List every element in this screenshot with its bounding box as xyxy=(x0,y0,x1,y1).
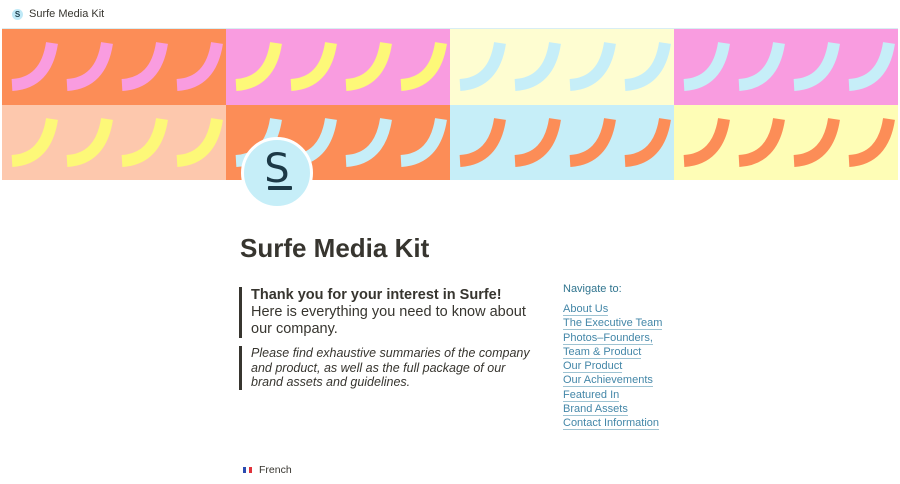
nav-link-our-product[interactable]: Our Product xyxy=(563,359,683,374)
page-title: Surfe Media Kit xyxy=(240,233,430,263)
wave-shape xyxy=(345,41,392,91)
wave-shape xyxy=(514,117,561,167)
summary-quote: Please find exhaustive summaries of the … xyxy=(239,346,539,390)
wave-shape xyxy=(624,117,671,167)
wave-pattern xyxy=(459,41,671,91)
wave-shape xyxy=(459,117,506,167)
cover-tile xyxy=(2,29,226,105)
language-label: French xyxy=(259,464,292,476)
nav-link-contact-information[interactable]: Contact Information xyxy=(563,416,683,431)
language-link-french[interactable]: French xyxy=(243,464,292,476)
breadcrumb-page-title[interactable]: Surfe Media Kit xyxy=(29,8,104,20)
summary-text: Please find exhaustive summaries of the … xyxy=(251,346,530,389)
wave-shape xyxy=(235,41,282,91)
wave-shape xyxy=(66,41,113,91)
intro-heading: Thank you for your interest in Surfe! xyxy=(251,287,502,303)
nav-link-about-us[interactable]: About Us xyxy=(563,302,683,316)
wave-shape xyxy=(793,117,840,167)
wave-shape xyxy=(345,117,392,167)
wave-shape xyxy=(738,117,785,167)
wave-pattern xyxy=(235,41,447,91)
surfe-s-icon: S xyxy=(264,146,290,192)
nav-link-team-product[interactable]: Team & Product xyxy=(563,345,683,359)
wave-shape xyxy=(683,117,730,167)
flag-stripe-red xyxy=(249,467,252,473)
intro-quote: Thank you for your interest in Surfe! He… xyxy=(239,287,539,338)
cover-tile xyxy=(226,29,450,105)
nav-link-executive-team[interactable]: The Executive Team xyxy=(563,316,683,331)
nav-heading: Navigate to: xyxy=(563,283,622,295)
wave-shape xyxy=(683,41,730,91)
wave-shape xyxy=(569,41,616,91)
wave-shape xyxy=(848,41,895,91)
top-bar: S Surfe Media Kit xyxy=(0,0,900,28)
wave-pattern xyxy=(683,41,895,91)
wave-pattern xyxy=(459,117,671,167)
wave-shape xyxy=(400,117,447,167)
page-icon[interactable]: S xyxy=(241,137,313,209)
wave-shape xyxy=(176,117,223,167)
navigation-menu: Navigate to: About Us The Executive Team… xyxy=(563,283,683,431)
wave-shape xyxy=(848,117,895,167)
wave-pattern xyxy=(11,41,223,91)
wave-pattern xyxy=(11,117,223,167)
nav-link-photos-founders[interactable]: Photos–Founders, xyxy=(563,331,683,345)
wave-shape xyxy=(459,41,506,91)
wave-shape xyxy=(290,41,337,91)
cover-tile xyxy=(450,29,674,105)
wave-shape xyxy=(569,117,616,167)
wave-shape xyxy=(11,117,58,167)
cover-image xyxy=(2,28,898,180)
wave-shape xyxy=(66,117,113,167)
cover-tile xyxy=(674,105,898,180)
cover-tile xyxy=(2,105,226,180)
wave-shape xyxy=(793,41,840,91)
nav-link-featured-in[interactable]: Featured In xyxy=(563,388,683,402)
wave-shape xyxy=(738,41,785,91)
wave-pattern xyxy=(683,117,895,167)
wave-shape xyxy=(514,41,561,91)
cover-tile xyxy=(674,29,898,105)
nav-link-brand-assets[interactable]: Brand Assets xyxy=(563,402,683,417)
logo-underline xyxy=(268,186,292,190)
cover-tile xyxy=(450,105,674,180)
wave-shape xyxy=(121,41,168,91)
wave-shape xyxy=(400,41,447,91)
intro-text: Here is everything you need to know abou… xyxy=(251,304,526,337)
wave-shape xyxy=(121,117,168,167)
wave-shape xyxy=(624,41,671,91)
nav-link-our-achievements[interactable]: Our Achievements xyxy=(563,373,683,388)
french-flag-icon xyxy=(243,467,252,473)
wave-shape xyxy=(11,41,58,91)
wave-shape xyxy=(176,41,223,91)
surfe-logo-icon: S xyxy=(12,8,23,20)
